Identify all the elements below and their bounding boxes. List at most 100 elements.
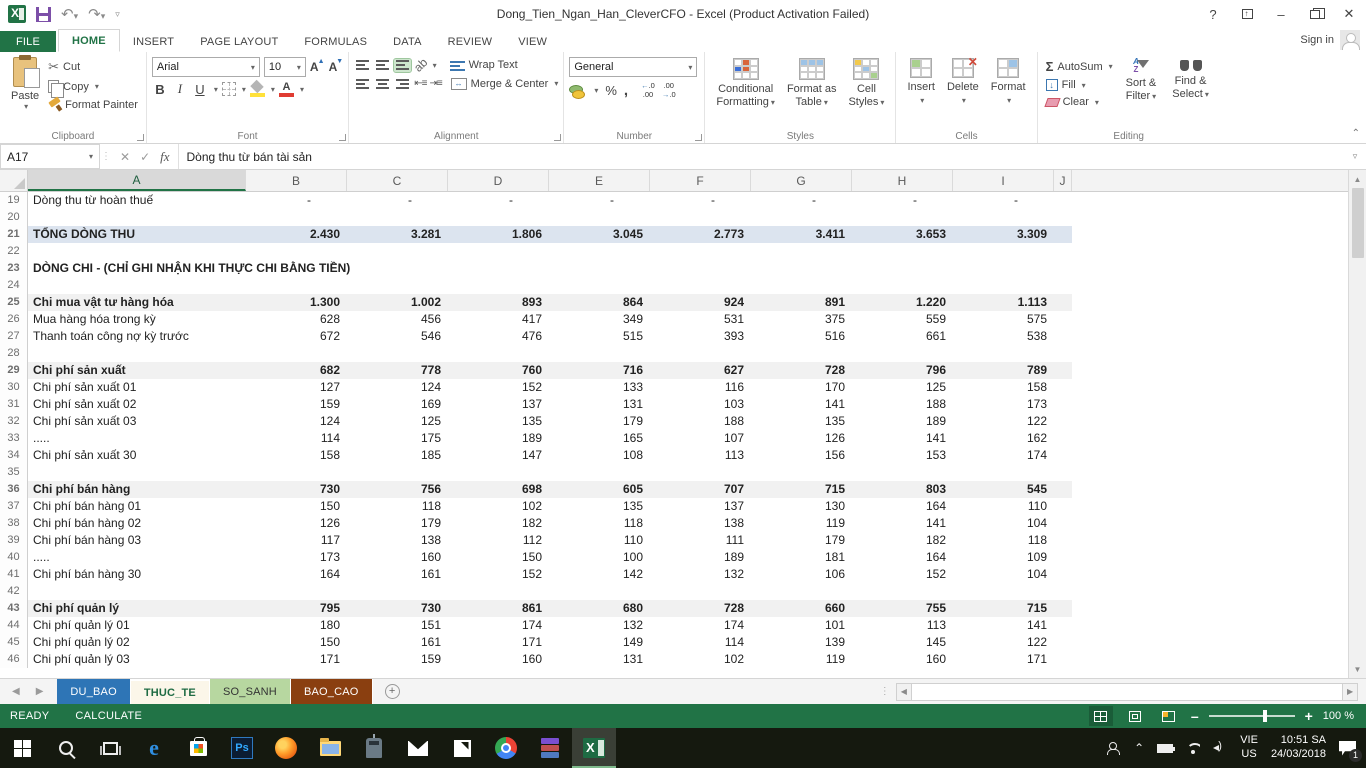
cell-I32[interactable]: 122 [953, 413, 1054, 430]
cell-H24[interactable] [852, 277, 953, 294]
cell-G40[interactable]: 181 [751, 549, 852, 566]
cell-G25[interactable]: 891 [751, 294, 852, 311]
cell-H27[interactable]: 661 [852, 328, 953, 345]
column-header-G[interactable]: G [751, 170, 852, 191]
cell-G35[interactable] [751, 464, 852, 481]
cell-E40[interactable]: 100 [549, 549, 650, 566]
cell-I26[interactable]: 575 [953, 311, 1054, 328]
cell-A25[interactable]: Chi mua vật tư hàng hóa [28, 294, 246, 311]
chrome-button[interactable] [484, 728, 528, 768]
merge-center-button[interactable]: ↔ Merge & Center ▾ [451, 78, 559, 90]
cell-E32[interactable]: 179 [549, 413, 650, 430]
cell-F45[interactable]: 114 [650, 634, 751, 651]
collapse-ribbon-icon[interactable]: ⌃ [1352, 128, 1360, 139]
photos-app-button[interactable] [440, 728, 484, 768]
cell-A21[interactable]: TỔNG DÒNG THU [28, 226, 246, 243]
cell-J46[interactable] [1054, 651, 1072, 668]
cell-I20[interactable] [953, 209, 1054, 226]
cell-B42[interactable] [246, 583, 347, 600]
cell-C28[interactable] [347, 345, 448, 362]
cell-C37[interactable]: 118 [347, 498, 448, 515]
cell-I22[interactable] [953, 243, 1054, 260]
cell-A45[interactable]: Chi phí quản lý 02 [28, 634, 246, 651]
cell-E44[interactable]: 132 [549, 617, 650, 634]
cell-C23[interactable] [347, 260, 448, 277]
decrease-font-button[interactable]: A▼ [329, 60, 344, 74]
wifi-icon[interactable] [1186, 743, 1200, 754]
clear-button[interactable]: Clear▾ [1043, 94, 1116, 110]
cell-J39[interactable] [1054, 532, 1072, 549]
volume-icon[interactable] [1213, 742, 1227, 754]
cell-D33[interactable]: 189 [448, 430, 549, 447]
cell-B28[interactable] [246, 345, 347, 362]
cell-I29[interactable]: 789 [953, 362, 1054, 379]
cell-F28[interactable] [650, 345, 751, 362]
cell-E20[interactable] [549, 209, 650, 226]
cell-B46[interactable]: 171 [246, 651, 347, 668]
cell-A30[interactable]: Chi phí sản xuất 01 [28, 379, 246, 396]
search-button[interactable] [44, 728, 88, 768]
cell-F40[interactable]: 189 [650, 549, 751, 566]
cell-B20[interactable] [246, 209, 347, 226]
cell-D37[interactable]: 102 [448, 498, 549, 515]
cell-H23[interactable] [852, 260, 953, 277]
sheet-tab-thuc_te[interactable]: THUC_TE [131, 679, 210, 704]
cell-J45[interactable] [1054, 634, 1072, 651]
cell-J23[interactable] [1054, 260, 1072, 277]
task-view-button[interactable] [88, 728, 132, 768]
cell-F25[interactable]: 924 [650, 294, 751, 311]
cell-C29[interactable]: 778 [347, 362, 448, 379]
cell-B33[interactable]: 114 [246, 430, 347, 447]
cell-H32[interactable]: 189 [852, 413, 953, 430]
new-sheet-button[interactable]: + [373, 679, 412, 704]
cell-F31[interactable]: 103 [650, 396, 751, 413]
cell-C22[interactable] [347, 243, 448, 260]
cell-G29[interactable]: 728 [751, 362, 852, 379]
cell-H46[interactable]: 160 [852, 651, 953, 668]
zoom-in-button[interactable]: + [1305, 708, 1313, 724]
fill-color-button[interactable] [250, 82, 265, 97]
cell-H43[interactable]: 755 [852, 600, 953, 617]
cell-F38[interactable]: 138 [650, 515, 751, 532]
robot-app-button[interactable] [352, 728, 396, 768]
ribbon-tab-data[interactable]: DATA [380, 31, 435, 52]
row-header-34[interactable]: 34 [0, 447, 28, 464]
cell-I34[interactable]: 174 [953, 447, 1054, 464]
align-center-button[interactable] [374, 77, 391, 90]
cell-F24[interactable] [650, 277, 751, 294]
cell-styles-button[interactable]: CellStyles▾ [842, 55, 890, 128]
cell-A32[interactable]: Chi phí sản xuất 03 [28, 413, 246, 430]
cell-E24[interactable] [549, 277, 650, 294]
cell-B34[interactable]: 158 [246, 447, 347, 464]
alignment-dialog-launcher[interactable] [554, 134, 561, 141]
cell-B29[interactable]: 682 [246, 362, 347, 379]
column-header-A[interactable]: A [28, 170, 246, 191]
cell-F35[interactable] [650, 464, 751, 481]
zoom-level[interactable]: 100 % [1323, 710, 1354, 722]
cell-J24[interactable] [1054, 277, 1072, 294]
ribbon-tab-page-layout[interactable]: PAGE LAYOUT [187, 31, 291, 52]
cell-C44[interactable]: 151 [347, 617, 448, 634]
orientation-button[interactable]: ab [411, 55, 430, 74]
cell-E29[interactable]: 716 [549, 362, 650, 379]
column-header-J[interactable]: J [1054, 170, 1072, 191]
cell-C46[interactable]: 159 [347, 651, 448, 668]
font-family-select[interactable]: Arial▾ [152, 57, 260, 77]
cell-A40[interactable]: ..... [28, 549, 246, 566]
cell-C33[interactable]: 175 [347, 430, 448, 447]
borders-button[interactable] [222, 82, 236, 96]
cell-F27[interactable]: 393 [650, 328, 751, 345]
cell-C19[interactable]: - [347, 192, 448, 209]
cell-H25[interactable]: 1.220 [852, 294, 953, 311]
cell-E28[interactable] [549, 345, 650, 362]
cell-B21[interactable]: 2.430 [246, 226, 347, 243]
column-header-D[interactable]: D [448, 170, 549, 191]
sort-filter-button[interactable]: AZ Sort &Filter▾ [1120, 55, 1163, 128]
cell-F21[interactable]: 2.773 [650, 226, 751, 243]
cell-E33[interactable]: 165 [549, 430, 650, 447]
cell-H45[interactable]: 145 [852, 634, 953, 651]
cell-A46[interactable]: Chi phí quản lý 03 [28, 651, 246, 668]
cell-E46[interactable]: 131 [549, 651, 650, 668]
cell-J34[interactable] [1054, 447, 1072, 464]
clock[interactable]: 10:51 SA 24/03/2018 [1271, 734, 1326, 762]
